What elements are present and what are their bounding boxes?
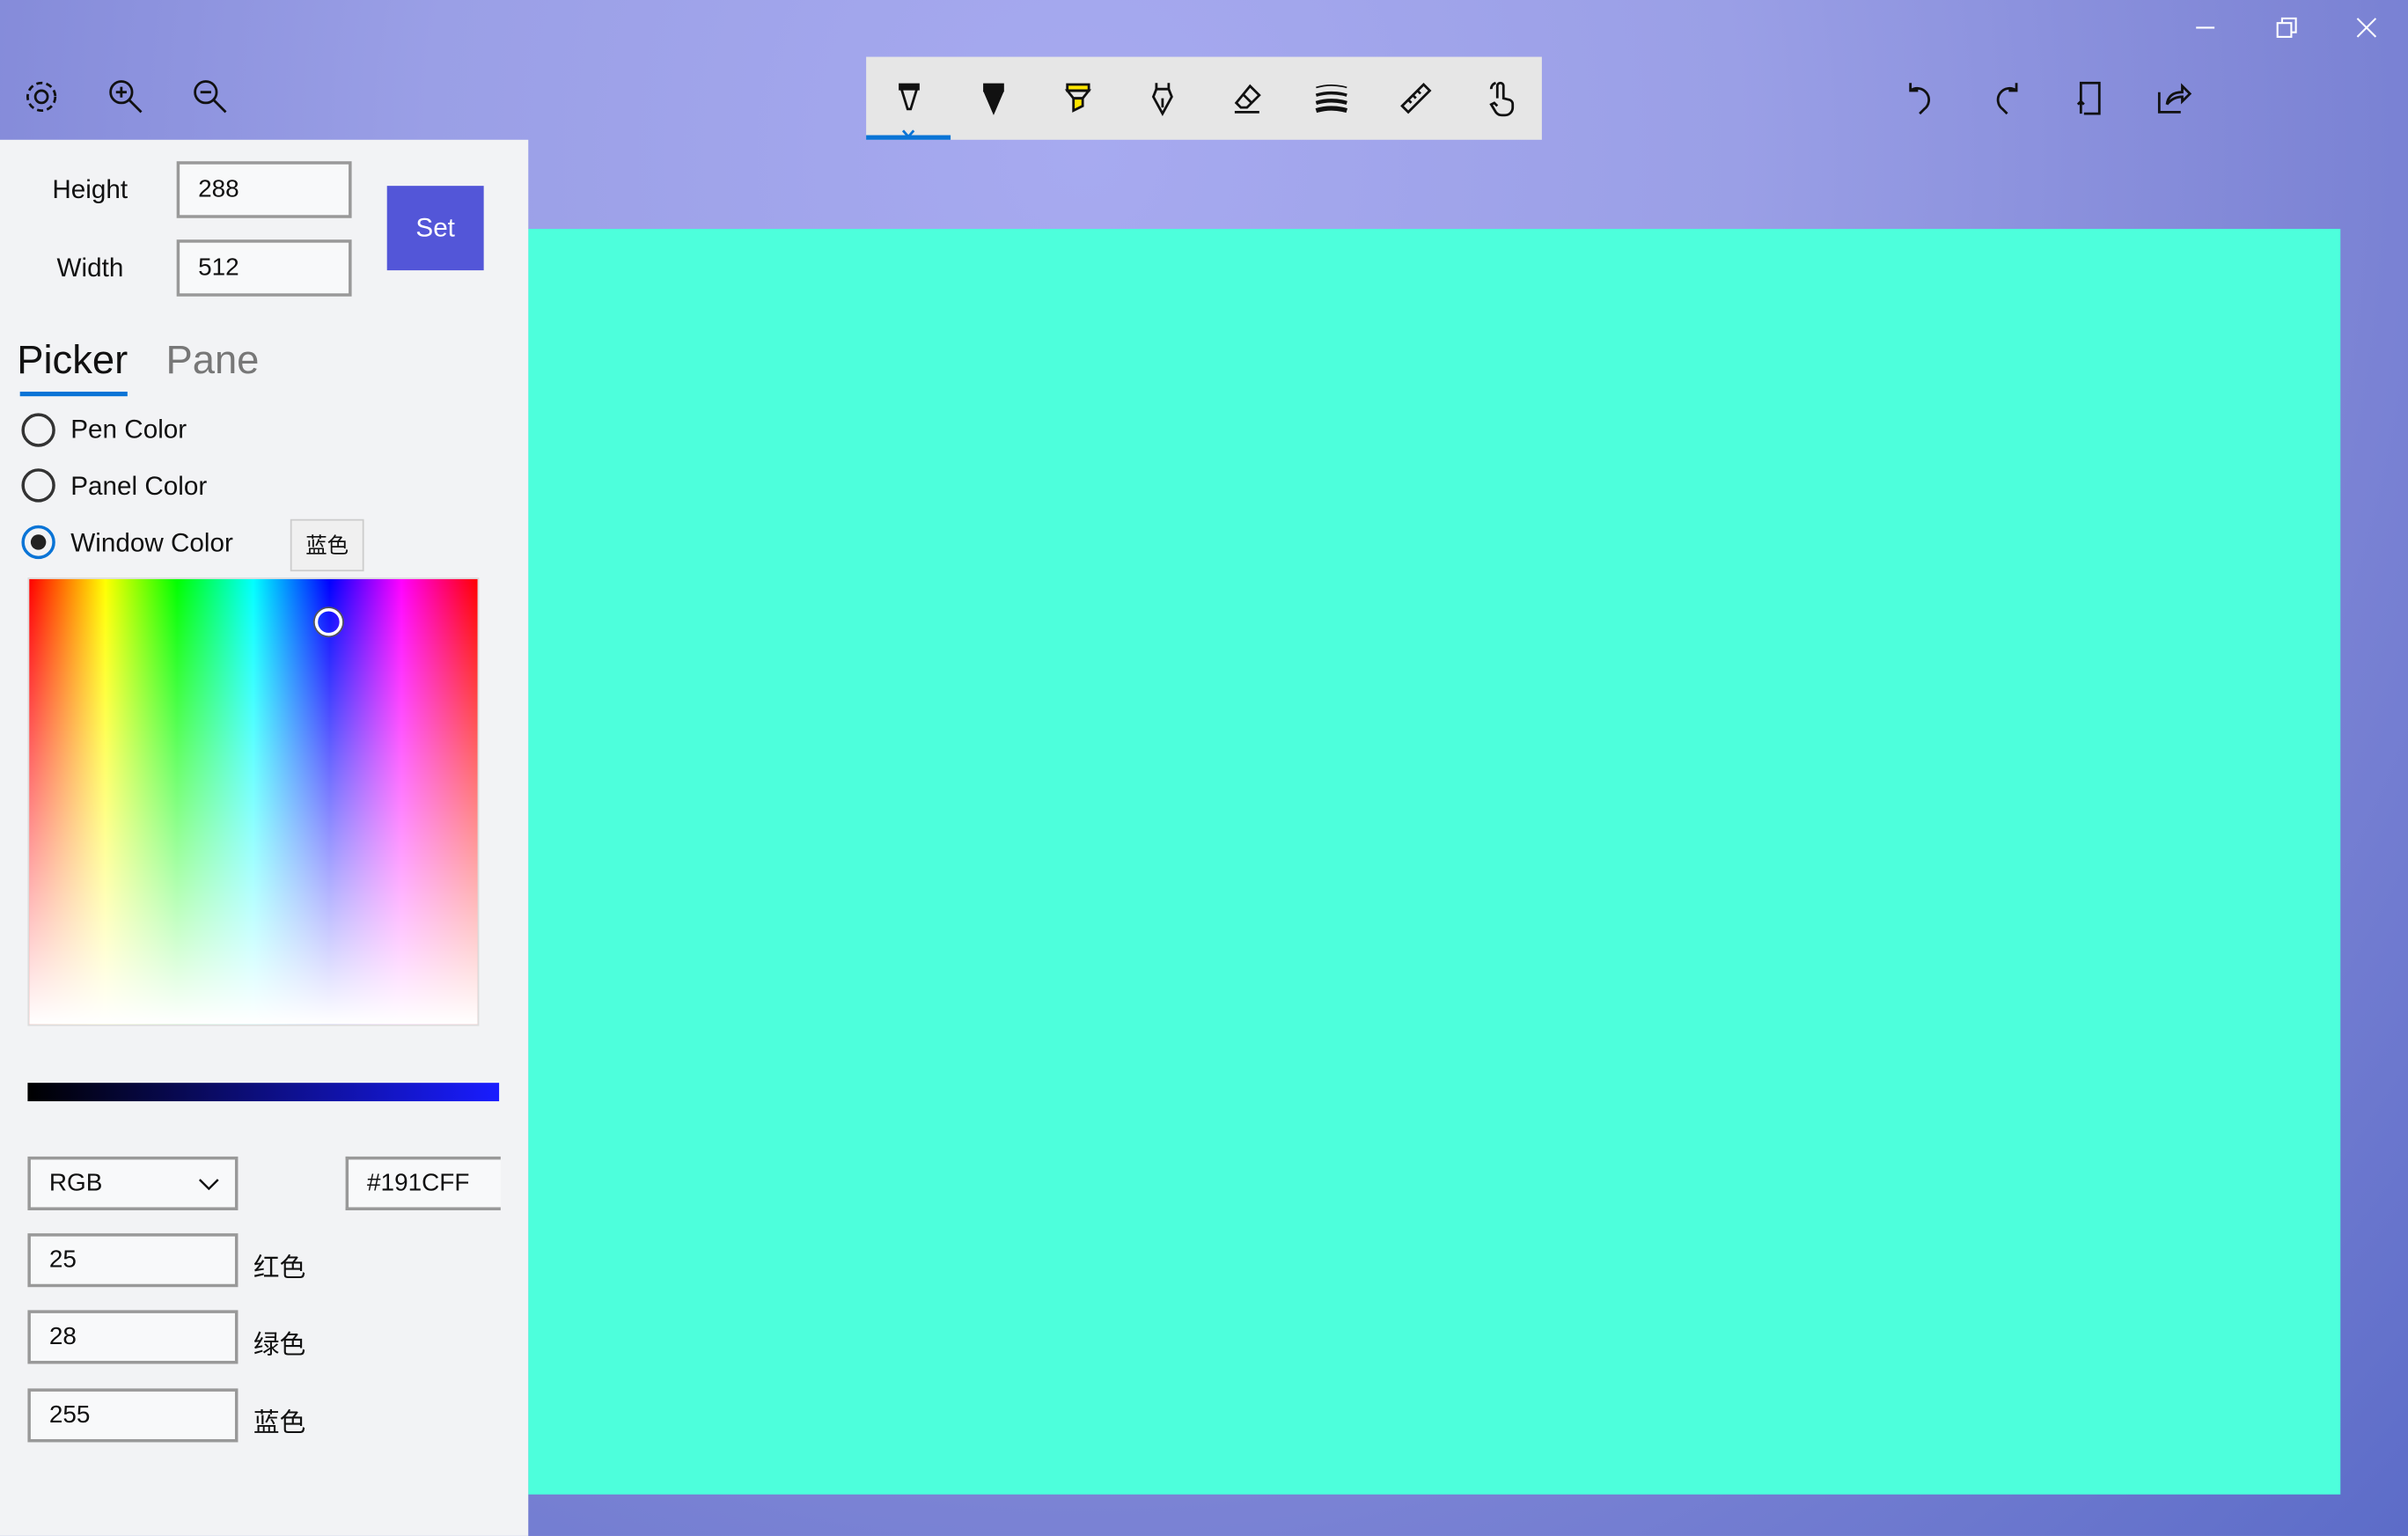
color-mode-value: RGB (48, 1169, 103, 1196)
stroke-thickness-tool[interactable] (1288, 57, 1373, 140)
minimize-button[interactable] (2183, 4, 2228, 50)
active-tab-indicator (19, 391, 128, 397)
pencil-tool[interactable] (951, 57, 1035, 140)
restore-button[interactable] (2264, 4, 2309, 50)
close-button[interactable] (2344, 4, 2390, 50)
zoom-in-icon[interactable] (103, 74, 149, 120)
touch-writing-tool[interactable] (1457, 57, 1542, 140)
highlighter-tool[interactable] (1035, 57, 1120, 140)
window-color-label[interactable]: Window Color (70, 528, 233, 559)
value-slider[interactable] (27, 1083, 500, 1102)
set-button[interactable]: Set (386, 186, 484, 271)
green-input[interactable]: 28 (27, 1310, 239, 1364)
ruler-tool[interactable] (1373, 57, 1457, 140)
zoom-out-icon[interactable] (187, 74, 233, 120)
app-window: Height 288 Width 512 Set Picker Pane Pen… (0, 0, 2408, 1536)
selected-tool-indicator (866, 135, 951, 140)
ink-toolbar (866, 56, 1542, 140)
color-spectrum[interactable] (27, 577, 480, 1026)
color-mode-dropdown[interactable]: RGB (27, 1156, 239, 1210)
settings-panel: Height 288 Width 512 Set Picker Pane Pen… (0, 139, 529, 1536)
redo-icon[interactable] (1983, 74, 2029, 120)
share-icon[interactable] (2152, 74, 2198, 120)
tab-pane[interactable]: Pane (165, 336, 259, 384)
eraser-tool[interactable] (1204, 57, 1288, 140)
height-input[interactable]: 288 (176, 161, 352, 218)
blue-input[interactable]: 255 (27, 1388, 239, 1443)
width-label: Width (56, 253, 124, 283)
red-input[interactable]: 25 (27, 1233, 239, 1288)
gear-icon[interactable] (18, 74, 64, 120)
undo-icon[interactable] (1898, 74, 1944, 120)
panel-color-label[interactable]: Panel Color (70, 472, 207, 503)
tab-picker[interactable]: Picker (17, 336, 128, 384)
chevron-down-icon[interactable] (901, 118, 915, 139)
spectrum-selector-handle[interactable] (314, 607, 343, 636)
blue-label: 蓝色 (253, 1408, 306, 1438)
pen-color-label[interactable]: Pen Color (70, 415, 187, 445)
panel-color-radio[interactable] (21, 468, 55, 503)
ink-canvas[interactable] (528, 228, 2341, 1495)
pen-color-radio[interactable] (21, 413, 55, 447)
hex-input[interactable]: #191CFF (345, 1156, 501, 1210)
green-label: 绿色 (253, 1330, 306, 1360)
calligraphy-pen-tool[interactable] (1120, 57, 1204, 140)
width-input[interactable]: 512 (176, 239, 352, 297)
window-color-radio[interactable] (21, 525, 55, 560)
crop-icon[interactable] (2067, 74, 2113, 120)
color-name-button[interactable]: 蓝色 (290, 518, 364, 572)
chevron-down-icon (198, 1179, 219, 1191)
ballpoint-pen-tool[interactable] (866, 57, 951, 140)
red-label: 红色 (253, 1253, 306, 1282)
height-label: Height (52, 174, 128, 205)
